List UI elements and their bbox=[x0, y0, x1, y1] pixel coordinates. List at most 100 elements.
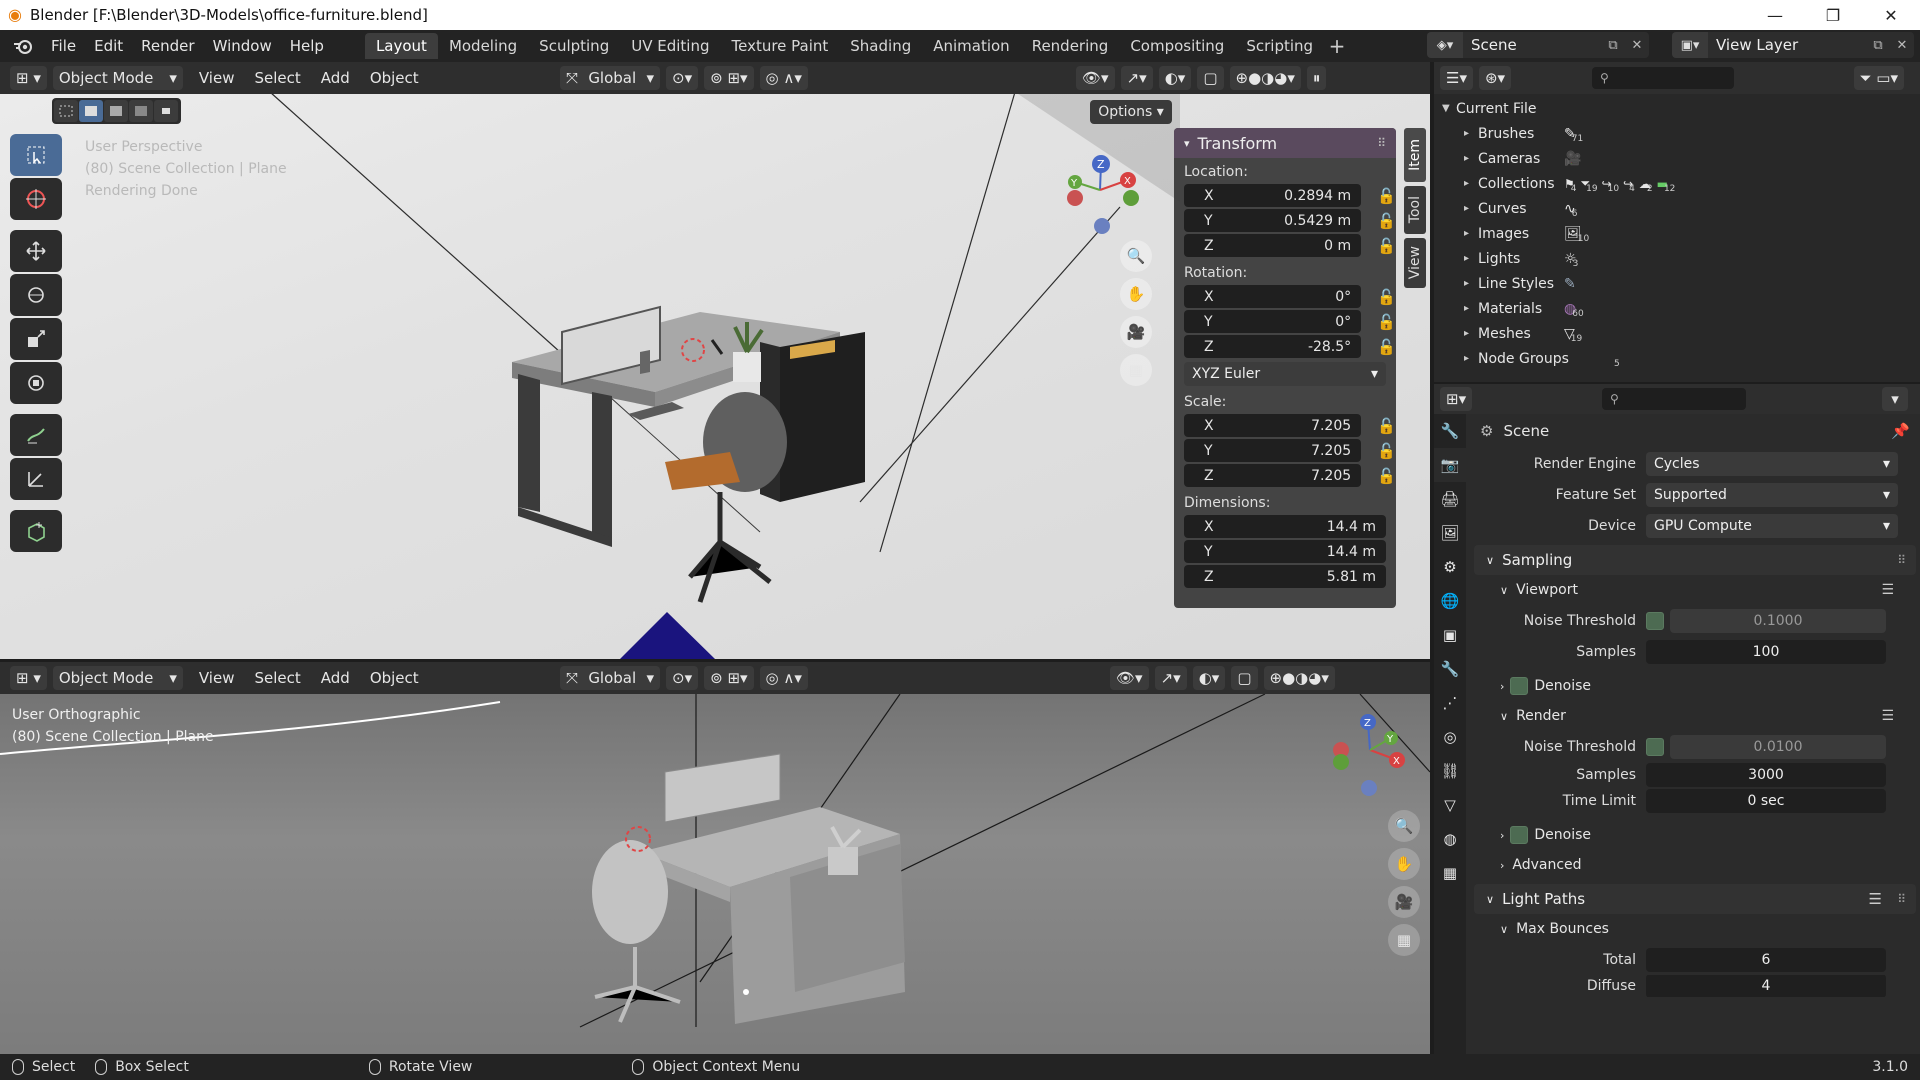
max-bounces-subpanel-header[interactable]: ∨ Max Bounces bbox=[1470, 914, 1920, 944]
lock-icon[interactable]: 🔓 bbox=[1377, 416, 1396, 436]
select-subtract-icon[interactable] bbox=[104, 100, 128, 122]
zoom-icon[interactable]: 🔍 bbox=[1120, 240, 1152, 272]
navigation-gizmo[interactable]: Z X Y bbox=[1055, 142, 1145, 252]
mode-dropdown[interactable]: Object Mode ▾ bbox=[52, 666, 183, 690]
select-intersect-icon[interactable] bbox=[154, 100, 178, 122]
rotate-tool-icon[interactable] bbox=[10, 274, 62, 316]
pan-hand-icon[interactable]: ✋ bbox=[1120, 278, 1152, 310]
world-tab-icon[interactable]: 🌐 bbox=[1434, 584, 1466, 618]
display-mode-button[interactable]: ⊛▾ bbox=[1478, 66, 1512, 90]
minimize-button[interactable]: — bbox=[1746, 0, 1804, 30]
menu-help[interactable]: Help bbox=[281, 33, 333, 59]
noise-threshold-checkbox[interactable] bbox=[1646, 737, 1664, 756]
scene-selector[interactable]: ◈▾ Scene ⧉ ✕ bbox=[1427, 32, 1649, 58]
view-layer-tab-icon[interactable]: 🖼 bbox=[1434, 516, 1466, 550]
lock-icon[interactable]: 🔓 bbox=[1377, 186, 1396, 206]
menu-view[interactable]: View bbox=[189, 669, 245, 687]
proportional-edit-icon[interactable]: ◎ ∧▾ bbox=[759, 66, 808, 90]
denoise-subpanel-header[interactable]: › Denoise bbox=[1470, 671, 1920, 701]
total-bounces-field[interactable]: 6 bbox=[1646, 947, 1886, 972]
mode-dropdown[interactable]: Object Mode ▾ bbox=[52, 66, 183, 90]
view-layer-name[interactable]: View Layer bbox=[1708, 36, 1866, 54]
outliner-item-collections[interactable]: ▸ Collections ⚑ 4 ⏷ 19 ↪ 10 ↪ 4 ☁ 2 ▬ 12 bbox=[1442, 171, 1920, 196]
filter-icon[interactable]: ⏷ ▭▾ bbox=[1853, 66, 1904, 90]
select-invert-icon[interactable] bbox=[129, 100, 153, 122]
menu-view[interactable]: View bbox=[189, 69, 245, 87]
light-paths-panel-header[interactable]: ∨ Light Paths ☰ ⠿ bbox=[1474, 884, 1916, 914]
visibility-icon[interactable]: 👁▾ bbox=[1110, 666, 1149, 690]
location-y-field[interactable]: Y 0.5429 m bbox=[1184, 209, 1362, 232]
move-tool-icon[interactable] bbox=[10, 230, 62, 272]
transform-orientation-dropdown[interactable]: ⤧ Global ▾ bbox=[560, 666, 660, 690]
device-dropdown[interactable]: GPU Compute ▾ bbox=[1646, 513, 1898, 538]
restore-button[interactable]: ❐ bbox=[1804, 0, 1862, 30]
outliner-item-meshes[interactable]: ▸ Meshes ▽ 19 bbox=[1442, 321, 1920, 346]
feature-set-dropdown[interactable]: Supported ▾ bbox=[1646, 482, 1898, 507]
perspective-grid-icon[interactable]: ▦ bbox=[1120, 354, 1152, 386]
new-view-layer-icon[interactable]: ⧉ bbox=[1866, 33, 1890, 57]
options-dropdown[interactable]: Options ▾ bbox=[1090, 100, 1172, 124]
menu-object[interactable]: Object bbox=[360, 69, 429, 87]
proportional-edit-icon[interactable]: ◎ ∧▾ bbox=[759, 666, 808, 690]
render-noise-field[interactable]: 0.0100 bbox=[1670, 734, 1886, 759]
render-subpanel-header[interactable]: ∨ Render ☰ bbox=[1470, 701, 1920, 731]
menu-add[interactable]: Add bbox=[311, 69, 360, 87]
lock-icon[interactable]: 🔓 bbox=[1377, 337, 1396, 357]
tool-tab-icon[interactable]: 🔧 bbox=[1434, 414, 1466, 448]
close-button[interactable]: ✕ bbox=[1862, 0, 1920, 30]
outliner-item-lights[interactable]: ▸ Lights ☼ 3 bbox=[1442, 246, 1920, 271]
transform-panel-header[interactable]: ▾ Transform ⠿ bbox=[1174, 128, 1396, 158]
blender-menu-icon[interactable] bbox=[10, 33, 36, 59]
scale-z-field[interactable]: Z 7.205 bbox=[1184, 464, 1362, 487]
render-engine-dropdown[interactable]: Cycles ▾ bbox=[1646, 451, 1898, 476]
outliner-root[interactable]: ▼ Current File bbox=[1442, 96, 1920, 121]
menu-window[interactable]: Window bbox=[204, 33, 281, 59]
gizmo-toggle-icon[interactable]: ↗▾ bbox=[1154, 666, 1187, 690]
time-limit-field[interactable]: 0 sec bbox=[1646, 789, 1886, 813]
pivot-point-icon[interactable]: ⊙▾ bbox=[666, 66, 699, 90]
viewport-subpanel-header[interactable]: ∨ Viewport ☰ bbox=[1470, 575, 1920, 605]
location-x-field[interactable]: X 0.2894 m bbox=[1184, 184, 1362, 207]
lock-icon[interactable]: 🔓 bbox=[1377, 211, 1396, 231]
denoise-checkbox[interactable] bbox=[1510, 826, 1529, 844]
menu-select[interactable]: Select bbox=[244, 669, 310, 687]
viewport-solid[interactable]: ⊞ ▾ Object Mode ▾ View Select Add Object … bbox=[0, 662, 1430, 1054]
rotation-x-field[interactable]: X 0° bbox=[1184, 285, 1362, 308]
menu-add[interactable]: Add bbox=[311, 669, 360, 687]
navigation-gizmo[interactable]: Z X Y bbox=[1325, 702, 1415, 812]
add-workspace-button[interactable]: + bbox=[1324, 33, 1350, 59]
zoom-icon[interactable]: 🔍 bbox=[1388, 810, 1420, 842]
tab-rendering[interactable]: Rendering bbox=[1021, 33, 1120, 59]
rotation-z-field[interactable]: Z -28.5° bbox=[1184, 335, 1362, 358]
camera-view-icon[interactable]: 🎥 bbox=[1388, 886, 1420, 918]
dimension-z-field[interactable]: Z 5.81 m bbox=[1184, 565, 1386, 588]
viewport-samples-field[interactable]: 100 bbox=[1646, 639, 1886, 664]
scene-name[interactable]: Scene bbox=[1463, 36, 1601, 54]
particles-tab-icon[interactable]: ⋰ bbox=[1434, 686, 1466, 720]
expand-icon[interactable]: ▸ bbox=[1464, 253, 1478, 264]
output-tab-icon[interactable]: 🖨 bbox=[1434, 482, 1466, 516]
tab-scripting[interactable]: Scripting bbox=[1235, 33, 1324, 59]
expand-icon[interactable]: ▸ bbox=[1464, 353, 1478, 364]
dimension-y-field[interactable]: Y 14.4 m bbox=[1184, 540, 1386, 563]
scale-y-field[interactable]: Y 7.205 bbox=[1184, 439, 1362, 462]
editor-type-button[interactable]: ⊞▾ bbox=[1440, 387, 1473, 411]
texture-tab-icon[interactable]: ▦ bbox=[1434, 856, 1466, 890]
tab-modeling[interactable]: Modeling bbox=[438, 33, 528, 59]
editor-type-button[interactable]: ☰▾ bbox=[1440, 66, 1473, 90]
presets-list-icon[interactable]: ☰ bbox=[1869, 890, 1882, 908]
editor-type-button[interactable]: ⊞ ▾ bbox=[10, 66, 47, 90]
scale-x-field[interactable]: X 7.205 bbox=[1184, 414, 1362, 437]
tab-shading[interactable]: Shading bbox=[839, 33, 922, 59]
xray-toggle-icon[interactable]: ▢ bbox=[1231, 666, 1258, 690]
select-box-tool-icon[interactable] bbox=[10, 134, 62, 176]
add-cube-tool-icon[interactable] bbox=[10, 510, 62, 552]
options-chevron-icon[interactable]: ▾ bbox=[1882, 387, 1908, 411]
expand-icon[interactable]: ▸ bbox=[1464, 153, 1478, 164]
constraints-tab-icon[interactable]: ⛓ bbox=[1434, 754, 1466, 788]
snap-icon[interactable]: ⊚ ⊞▾ bbox=[704, 666, 754, 690]
render-samples-field[interactable]: 3000 bbox=[1646, 763, 1886, 787]
presets-list-icon[interactable]: ☰ bbox=[1881, 708, 1894, 724]
outliner-item-materials[interactable]: ▸ Materials ◍ 60 bbox=[1442, 296, 1920, 321]
lock-icon[interactable]: 🔓 bbox=[1377, 441, 1396, 461]
